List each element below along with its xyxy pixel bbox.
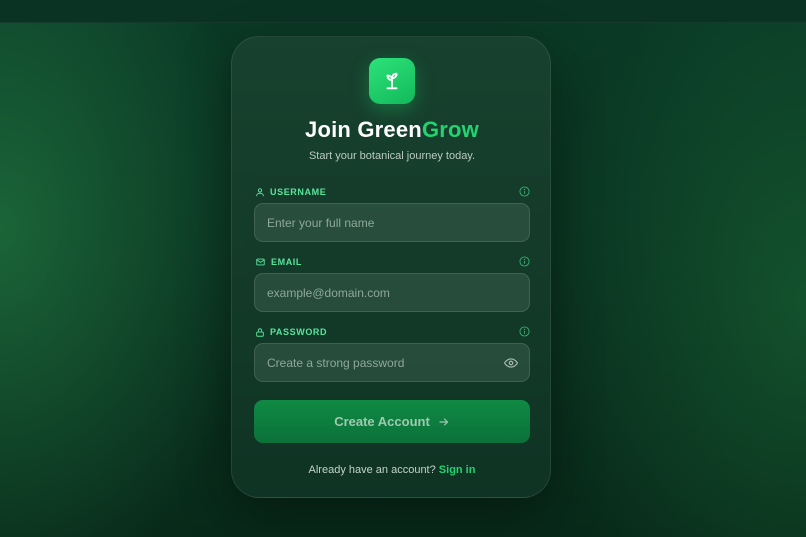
email-input[interactable] xyxy=(255,274,529,311)
eye-icon[interactable] xyxy=(504,357,518,369)
email-field[interactable] xyxy=(254,273,530,312)
info-icon[interactable] xyxy=(519,326,530,337)
signup-card: Join GreenGrow Start your botanical jour… xyxy=(231,36,551,498)
info-icon[interactable] xyxy=(519,186,530,197)
username-label: USERNAME xyxy=(270,187,327,197)
page-title: Join GreenGrow xyxy=(232,117,552,143)
mail-icon xyxy=(256,258,265,266)
username-field[interactable] xyxy=(254,203,530,242)
username-label-row: USERNAME xyxy=(255,185,326,199)
create-account-label: Create Account xyxy=(334,414,430,429)
user-icon xyxy=(256,188,264,197)
info-icon[interactable] xyxy=(519,256,530,267)
email-label: EMAIL xyxy=(271,257,302,267)
password-field[interactable] xyxy=(254,343,530,382)
arrow-right-icon xyxy=(439,417,448,426)
password-label-row: PASSWORD xyxy=(255,325,327,339)
sprout-icon xyxy=(369,58,415,104)
title-main: Join Green xyxy=(305,117,422,142)
password-input[interactable] xyxy=(255,344,529,381)
create-account-button[interactable]: Create Account xyxy=(254,400,530,443)
email-label-row: EMAIL xyxy=(255,255,302,269)
title-accent: Grow xyxy=(421,117,479,142)
signin-prompt: Already have an account? Sign in xyxy=(232,463,552,477)
lock-icon xyxy=(256,327,264,337)
password-label: PASSWORD xyxy=(270,327,328,337)
username-input[interactable] xyxy=(255,204,529,241)
sign-in-link[interactable]: Sign in xyxy=(439,464,476,476)
signin-prompt-text: Already have an account? xyxy=(308,464,436,476)
top-bar xyxy=(0,0,806,23)
page-subtitle: Start your botanical journey today. xyxy=(308,150,476,162)
